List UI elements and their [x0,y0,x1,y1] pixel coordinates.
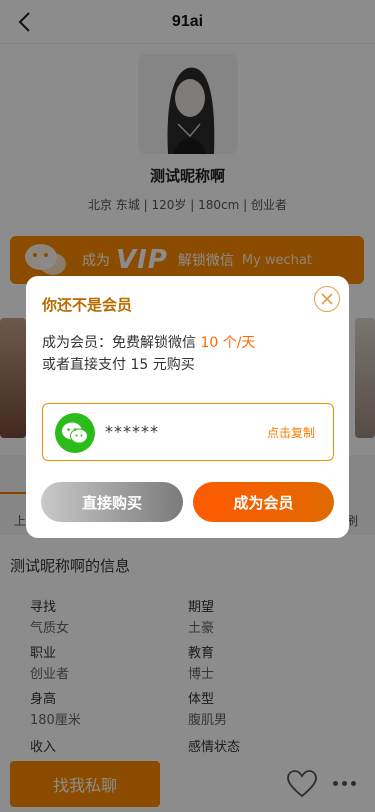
modal-price-text: 或者直接支付 15 元购买 [42,357,195,373]
membership-modal: 你还不是会员 成为会员：免费解锁微信 10 个/天 或者直接支付 15 元购买 … [26,276,349,538]
wechat-id-masked: ****** [105,422,159,441]
become-member-button[interactable]: 成为会员 [193,482,334,522]
benefit-highlight: 10 个/天 [200,335,256,351]
modal-benefit-text: 成为会员：免费解锁微信 10 个/天 [42,332,255,352]
wechat-id-box: ****** 点击复制 [42,403,334,461]
benefit-prefix: 成为会员：免费解锁微信 [42,335,201,351]
copy-button[interactable]: 点击复制 [267,424,315,441]
close-icon [321,293,333,305]
wechat-icon [55,413,95,453]
direct-buy-button[interactable]: 直接购买 [41,482,183,522]
close-button[interactable] [314,286,340,312]
modal-heading: 你还不是会员 [42,296,133,314]
